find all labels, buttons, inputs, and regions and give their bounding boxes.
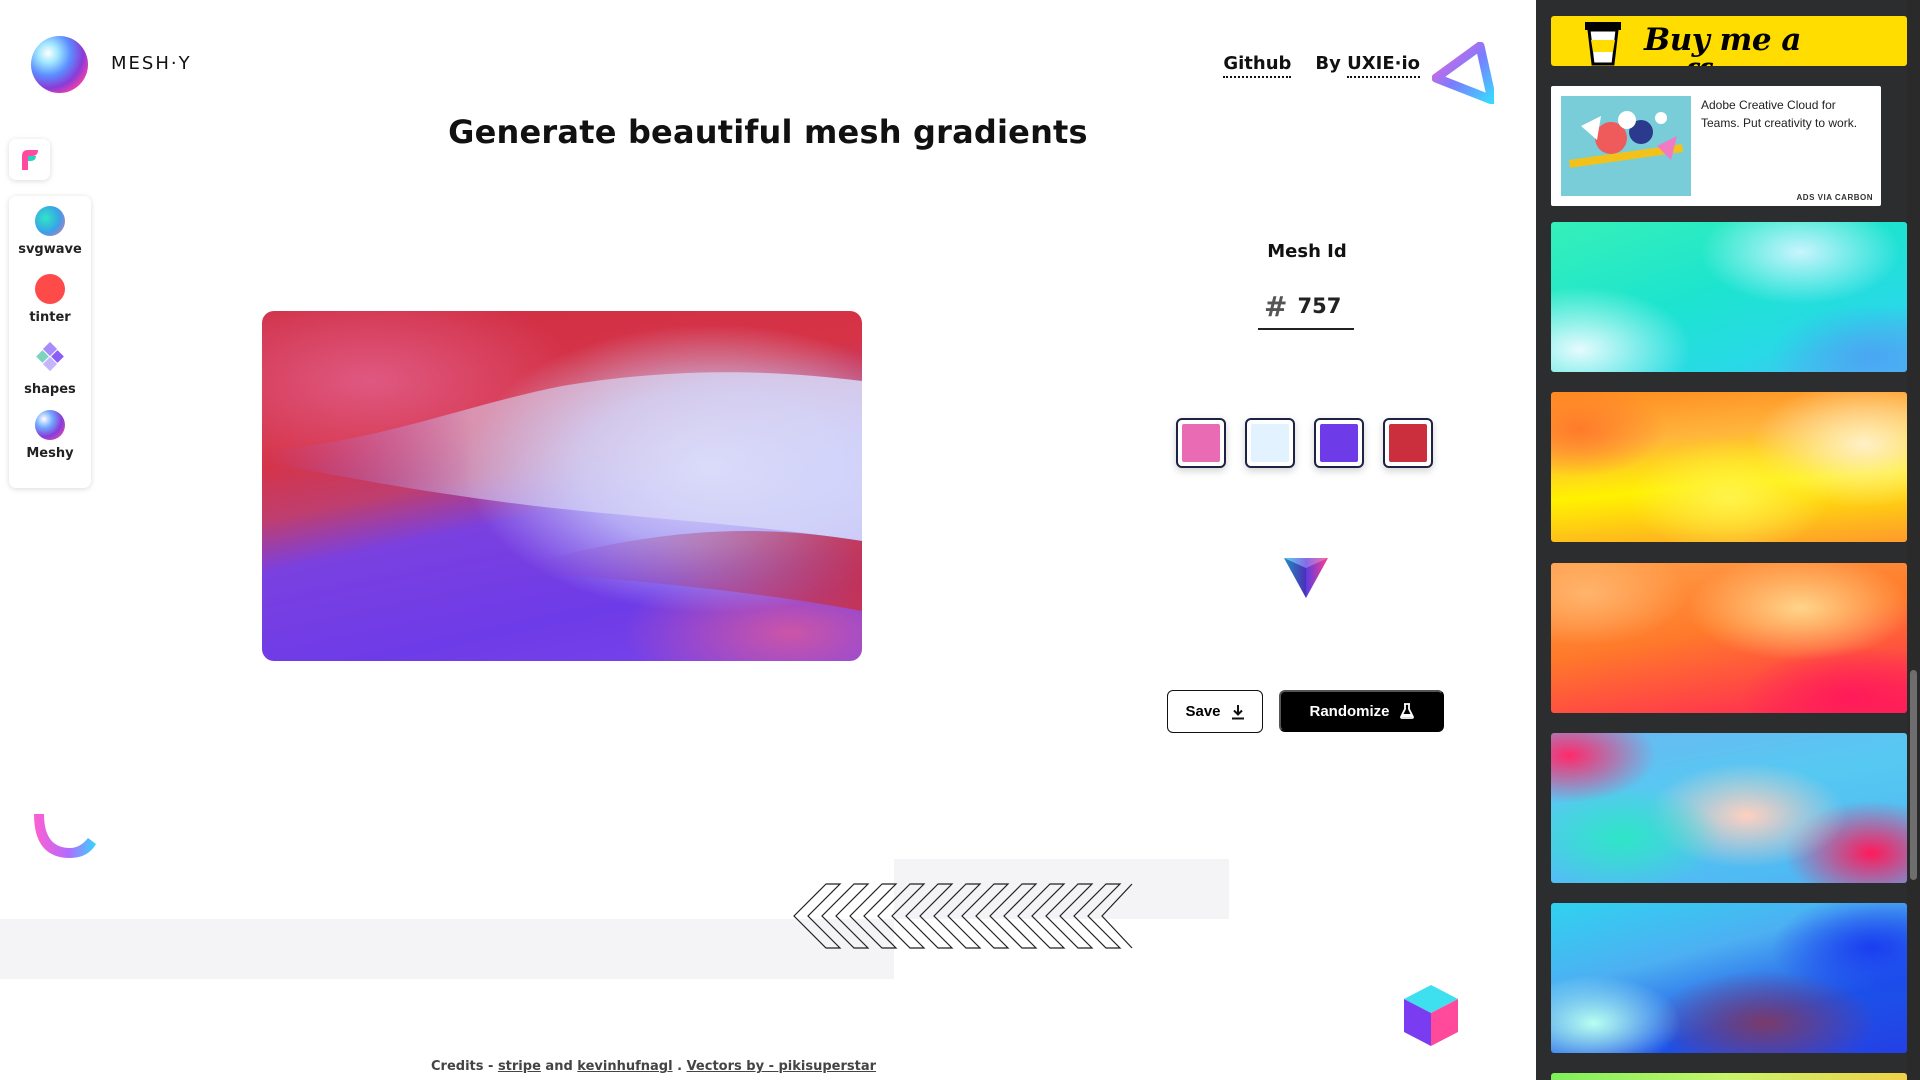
buy-me-a-coffee-button[interactable]: Buy me a coffee (1551, 16, 1907, 66)
swatch-fill (1251, 424, 1289, 462)
dock-item-shapes[interactable]: shapes (9, 341, 91, 397)
tinter-icon (35, 274, 65, 304)
dock-item-label: tinter (29, 310, 71, 325)
page-title: Generate beautiful mesh gradients (448, 113, 1088, 151)
swatch-fill (1320, 424, 1358, 462)
save-label: Save (1185, 703, 1221, 720)
arc-decoration-icon (34, 814, 96, 858)
flask-icon (1399, 703, 1414, 719)
dock-item-label: shapes (24, 382, 76, 397)
randomize-label: Randomize (1309, 702, 1390, 720)
vectors-link[interactable]: Vectors by - pikisuperstar (687, 1059, 876, 1074)
color-swatch-3[interactable] (1314, 418, 1364, 468)
dock-item-meshy[interactable]: Meshy (9, 410, 91, 461)
mesh-id-label: Mesh Id (1267, 241, 1347, 262)
decor-band-left (0, 919, 894, 979)
by-credit: By UXIE·io (1315, 53, 1420, 78)
save-button[interactable]: Save (1167, 690, 1263, 733)
carbon-ad[interactable]: Adobe Creative Cloud for Teams. Put crea… (1551, 86, 1881, 206)
gallery-gradient-card[interactable] (1551, 903, 1907, 1053)
mesh-id-input[interactable] (1297, 294, 1346, 318)
chevrons-decoration-icon (793, 883, 1133, 949)
dock-brand-button[interactable] (9, 139, 50, 180)
gallery-gradient-card[interactable] (1551, 563, 1907, 713)
dock-item-svgwave[interactable]: svgwave (9, 206, 91, 257)
ad-text[interactable]: Adobe Creative Cloud for Teams. Put crea… (1701, 96, 1877, 132)
meshy-logo[interactable] (31, 36, 88, 93)
color-swatch-4[interactable] (1383, 418, 1433, 468)
dock-item-label: svgwave (18, 242, 82, 257)
top-links: Github By UXIE·io (1223, 53, 1420, 78)
ad-via-label[interactable]: ADS VIA CARBON (1797, 193, 1873, 202)
credits-footer: Credits - stripe and kevinhufnagl . Vect… (431, 1059, 876, 1074)
sidebar-scrollbar-thumb[interactable] (1910, 670, 1917, 880)
color-swatch-1[interactable] (1176, 418, 1226, 468)
gallery-gradient-card[interactable] (1551, 222, 1907, 372)
credits-separator: . (677, 1059, 683, 1074)
prism-decoration-icon (1432, 42, 1494, 104)
coffee-text: Buy me a coffee (1644, 22, 1801, 66)
coffee-cup-icon (1585, 22, 1621, 66)
github-link[interactable]: Github (1223, 53, 1292, 78)
gradient-wave-layer (262, 372, 862, 611)
prism-icon (1284, 558, 1328, 598)
gallery-gradient-card[interactable] (1551, 392, 1907, 542)
kevinhufnagl-link[interactable]: kevinhufnagl (577, 1059, 672, 1074)
gradient-preview (262, 311, 862, 661)
figma-plugin-icon (21, 149, 38, 170)
uxie-link[interactable]: UXIE·io (1347, 53, 1420, 78)
swatch-fill (1182, 424, 1220, 462)
dock-item-tinter[interactable]: tinter (9, 274, 91, 325)
svgwave-icon (35, 206, 65, 236)
ad-thumbnail (1561, 96, 1691, 196)
dock-item-label: Meshy (26, 446, 74, 461)
mesh-id-field[interactable]: # (1258, 284, 1354, 330)
by-prefix: By (1315, 53, 1341, 74)
color-swatch-2[interactable] (1245, 418, 1295, 468)
credits-prefix: Credits - (431, 1059, 494, 1074)
color-swatches (1176, 418, 1433, 468)
gallery-sidebar: Buy me a coffee Adobe Creative Cloud for… (1536, 0, 1920, 1080)
swatch-fill (1389, 424, 1427, 462)
hash-icon: # (1264, 289, 1288, 323)
sidebar-scrollbar[interactable] (1907, 0, 1920, 1080)
download-icon (1231, 704, 1244, 719)
gallery-gradient-card[interactable] (1551, 1073, 1907, 1080)
randomize-button[interactable]: Randomize (1279, 690, 1444, 732)
meshy-icon (35, 410, 65, 440)
credits-and: and (545, 1059, 573, 1074)
shapes-icon (36, 341, 64, 372)
cube-decoration-icon (1404, 985, 1458, 1046)
ad-illustration-icon (1568, 111, 1684, 168)
tools-dock: svgwave tinter shapes Meshy (9, 196, 91, 488)
brand-name: MESH·Y (111, 53, 192, 74)
stripe-link[interactable]: stripe (498, 1059, 541, 1074)
gallery-gradient-card[interactable] (1551, 733, 1907, 883)
